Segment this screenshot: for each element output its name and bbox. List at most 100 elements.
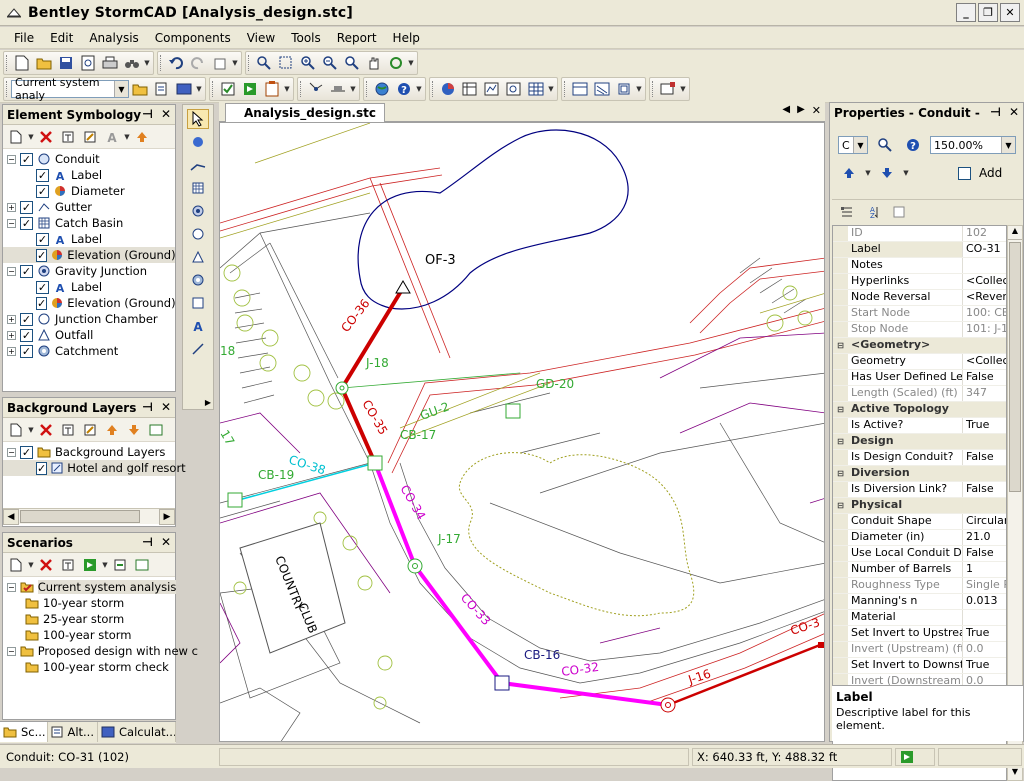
tree-item-100-year-storm-check[interactable]: 100-year storm check <box>3 659 175 675</box>
pin-icon[interactable]: ⊣ <box>142 107 153 121</box>
outfall-node[interactable] <box>395 280 411 294</box>
close-icon[interactable]: ✕ <box>1009 105 1019 119</box>
property-pages-icon[interactable] <box>888 202 910 222</box>
checkbox[interactable]: ✓ <box>20 445 33 459</box>
toolbar-overflow-icon[interactable]: ▼ <box>195 79 203 99</box>
delete-x-icon[interactable] <box>35 127 57 147</box>
tree-item-outfall[interactable]: + ✓ Outfall <box>3 327 175 343</box>
print-icon[interactable] <box>99 53 121 73</box>
refresh-icon[interactable] <box>385 53 407 73</box>
open-folder-icon[interactable] <box>33 53 55 73</box>
tree-item-hotel-golf-resort[interactable]: ✓ Hotel and golf resort <box>3 460 186 476</box>
property-value[interactable]: Single Ro <box>963 578 1006 593</box>
collapse-icon[interactable]: − <box>7 582 16 592</box>
toolbar-more-icon[interactable]: ▶ <box>205 398 211 407</box>
pan-hand-icon[interactable] <box>363 53 385 73</box>
graph-icon[interactable] <box>481 79 503 99</box>
toolbar-overflow-icon[interactable]: ▼ <box>407 53 415 73</box>
property-value[interactable]: 100: CB- <box>963 306 1006 321</box>
edit-icon[interactable] <box>79 420 101 440</box>
tree-item-background-layers[interactable]: − ✓ Background Layers <box>3 444 175 460</box>
find-icon[interactable] <box>121 53 143 73</box>
property-row[interactable]: Material <box>833 610 1006 626</box>
property-value[interactable]: True <box>963 626 1006 641</box>
calculation-summary-icon[interactable] <box>261 79 283 99</box>
print-preview-icon[interactable] <box>77 53 99 73</box>
property-value[interactable]: Circular P <box>963 514 1006 529</box>
menu-components[interactable]: Components <box>147 31 239 45</box>
property-value[interactable]: False <box>963 370 1006 385</box>
toolbar-overflow-icon[interactable]: ▼ <box>547 79 555 99</box>
property-row[interactable]: Use Local Conduit DescFalse <box>833 546 1006 562</box>
property-value[interactable]: <Collectio <box>963 354 1006 369</box>
move-up-icon[interactable] <box>131 127 153 147</box>
property-row[interactable]: Start Node100: CB- <box>833 306 1006 322</box>
checkbox[interactable]: ✓ <box>36 184 49 198</box>
manhole-tool-icon[interactable] <box>187 201 209 221</box>
conduit-tool-icon[interactable] <box>187 155 209 175</box>
property-row[interactable]: Label CO-31 <box>833 242 1006 258</box>
collapse-icon[interactable]: ⊟ <box>833 466 848 481</box>
collapse-icon[interactable]: − <box>7 154 16 164</box>
checkbox[interactable]: ✓ <box>20 312 33 326</box>
checkbox[interactable]: ✓ <box>20 216 33 230</box>
delete-icon[interactable] <box>209 53 231 73</box>
tab-scroll-left-icon[interactable]: ◀ <box>782 104 790 117</box>
property-row[interactable]: Length (Scaled) (ft) 347 <box>833 386 1006 402</box>
property-category[interactable]: ⊟ Design <box>833 434 1006 450</box>
checkbox[interactable]: ✓ <box>20 328 33 342</box>
scenarios-folder-icon[interactable] <box>129 79 151 99</box>
tree-item-junction-chamber[interactable]: + ✓ Junction Chamber <box>3 311 175 327</box>
redo-icon[interactable] <box>187 53 209 73</box>
element-type-select[interactable]: C ▼ <box>838 136 868 154</box>
property-value[interactable]: CO-31 <box>963 242 1006 257</box>
tree-item-current-system-analysis[interactable]: − Current system analysis <box>3 579 177 595</box>
toolbar-overflow-icon[interactable]: ▼ <box>679 79 687 99</box>
scenario-properties-icon[interactable] <box>131 555 153 575</box>
chevron-down-icon[interactable]: ▼ <box>123 127 131 147</box>
zoom-extents-icon[interactable] <box>253 53 275 73</box>
toolbar-overflow-icon[interactable]: ▼ <box>231 53 239 73</box>
property-row[interactable]: Hyperlinks<Collectio <box>833 274 1006 290</box>
catch-basin-node-gd20[interactable] <box>505 403 521 419</box>
close-icon[interactable]: ✕ <box>161 535 171 549</box>
node-end-marker[interactable] <box>818 642 824 648</box>
save-icon[interactable] <box>55 53 77 73</box>
minimize-button[interactable]: _ <box>956 3 976 22</box>
property-value[interactable]: 102 <box>963 226 1006 241</box>
tree-item-label[interactable]: ✓ A Label <box>3 279 175 295</box>
chevron-down-icon[interactable]: ▼ <box>902 163 910 183</box>
cascade-icon[interactable] <box>613 79 635 99</box>
catchment-tool-icon[interactable] <box>187 270 209 290</box>
catch-basin-node-cb17[interactable] <box>367 455 383 471</box>
property-value[interactable]: False <box>963 482 1006 497</box>
property-value[interactable]: 1 <box>963 562 1006 577</box>
tree-item-diameter[interactable]: ✓ Diameter <box>3 183 175 199</box>
expand-icon[interactable]: + <box>7 346 16 356</box>
property-category[interactable]: ⊟ Diversion <box>833 466 1006 482</box>
tree-item-catchment[interactable]: + ✓ Catchment <box>3 343 175 359</box>
property-row[interactable]: Conduit ShapeCircular P <box>833 514 1006 530</box>
tab-scenarios[interactable]: Sc... <box>0 722 48 742</box>
junction-chamber-tool-icon[interactable] <box>187 224 209 244</box>
compute-icon[interactable] <box>239 79 261 99</box>
pin-icon[interactable]: ⊣ <box>142 535 153 549</box>
add-checkbox[interactable] <box>958 166 971 180</box>
property-row[interactable]: Invert (Upstream) (ft) 0.0 <box>833 642 1006 658</box>
checkbox[interactable]: ✓ <box>36 168 49 182</box>
chevron-down-icon[interactable]: ▼ <box>27 127 35 147</box>
property-row[interactable]: Diameter (in) 21.0 <box>833 530 1006 546</box>
rename-icon[interactable] <box>57 555 79 575</box>
scroll-right-icon[interactable]: ▶ <box>159 508 175 525</box>
move-up-icon[interactable] <box>101 420 123 440</box>
drawing-canvas[interactable]: OF-3 CO-36 J-18 CO-35 GU-2 GD-20 CB-17 C… <box>219 122 825 742</box>
catch-basin-node-cb16[interactable] <box>494 675 510 691</box>
expand-icon[interactable]: + <box>7 330 16 340</box>
customize-toolbar-icon[interactable] <box>657 79 679 99</box>
property-value[interactable]: 21.0 <box>963 530 1006 545</box>
collapse-icon[interactable]: ⊟ <box>833 498 848 513</box>
property-category[interactable]: ⊟ Active Topology <box>833 402 1006 418</box>
delete-x-icon[interactable] <box>35 420 57 440</box>
scroll-up-icon[interactable]: ▲ <box>1008 226 1022 240</box>
select-arrow-icon[interactable] <box>187 109 209 129</box>
